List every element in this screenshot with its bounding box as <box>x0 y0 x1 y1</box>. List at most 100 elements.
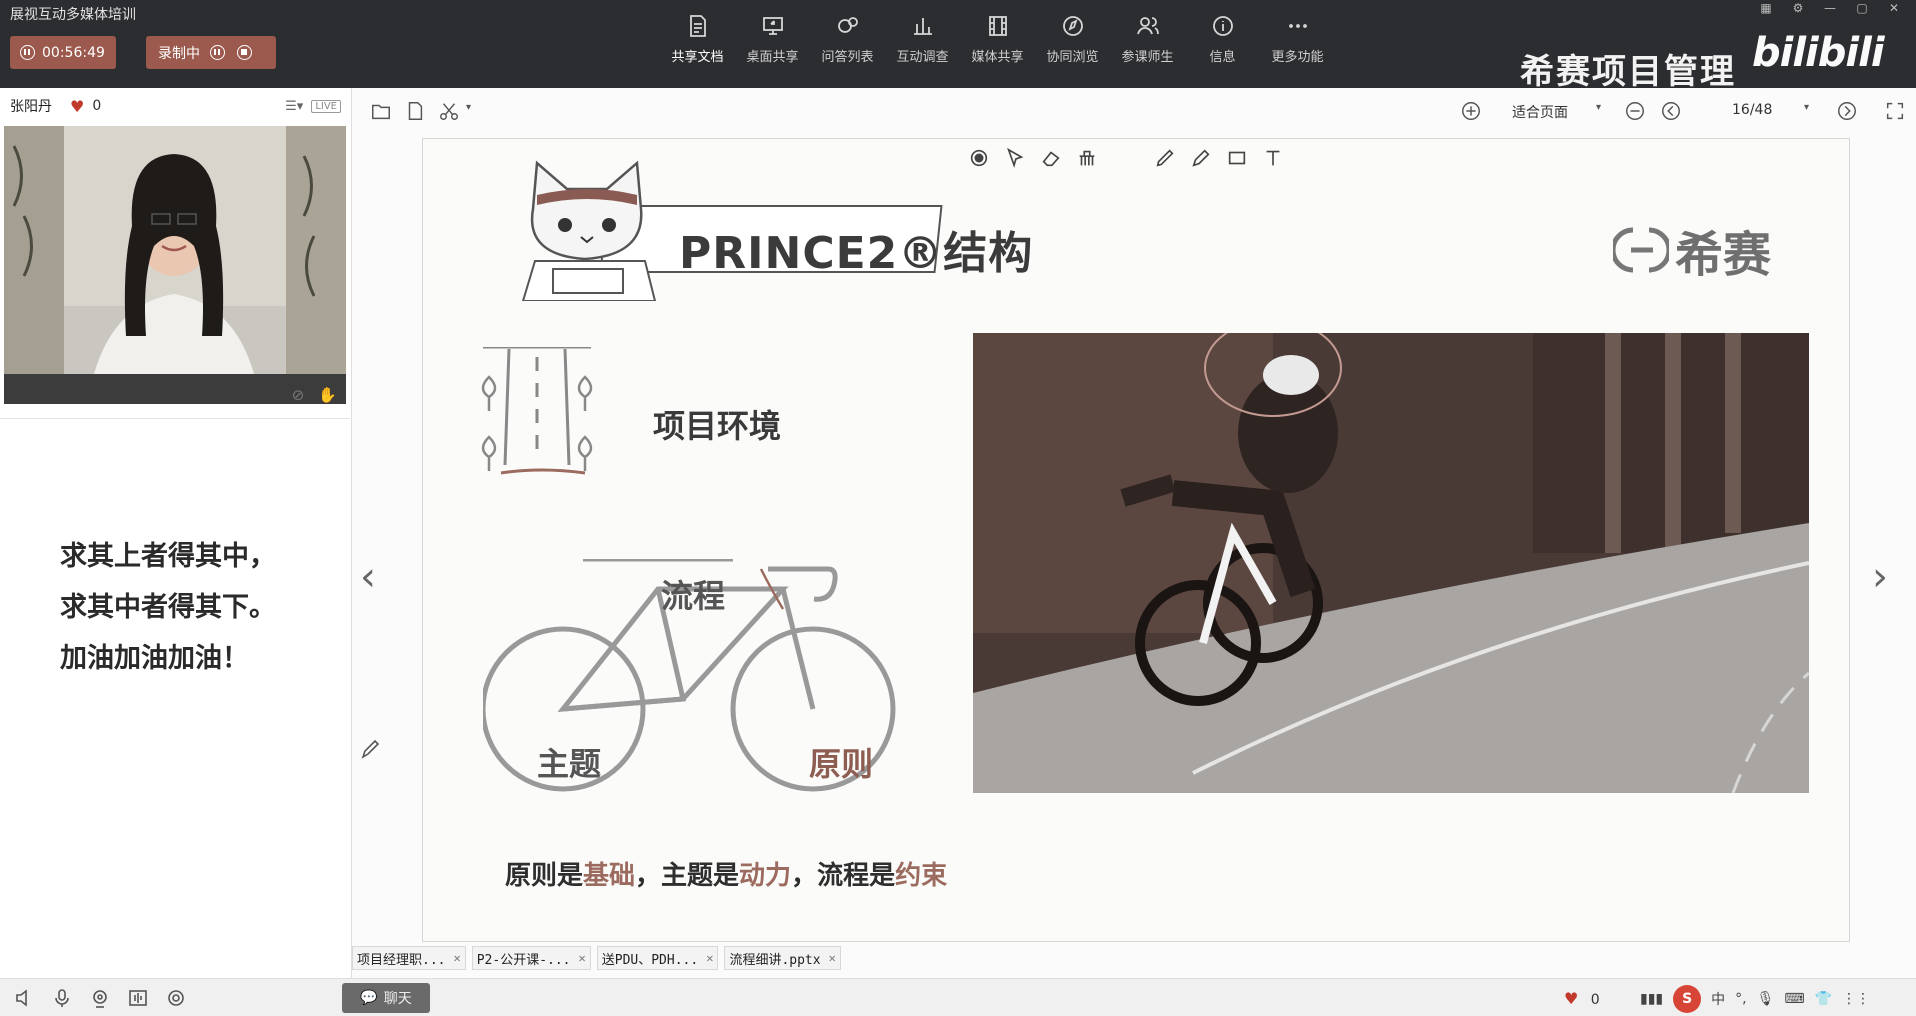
doc-tab[interactable]: 流程细讲.pptx ✕ <box>724 946 841 970</box>
gear-icon[interactable]: ⚙ <box>1782 0 1814 16</box>
prev-page-icon[interactable] <box>1660 100 1682 122</box>
tool-desktop-share[interactable]: 桌面共享 <box>735 14 810 65</box>
chevron-down-icon[interactable]: ▾ <box>466 102 471 113</box>
close-tab-icon[interactable]: ✕ <box>706 951 713 965</box>
timer-value: 00:56:49 <box>42 44 105 61</box>
pen-tool-icon[interactable] <box>360 738 380 760</box>
tool-media-share[interactable]: 媒体共享 <box>960 14 1035 65</box>
tool-more[interactable]: 更多功能 <box>1260 14 1335 65</box>
restore-icon[interactable]: ▢ <box>1846 0 1878 16</box>
heart-icon[interactable]: ♥ <box>1564 989 1578 1008</box>
fullscreen-icon[interactable] <box>1884 100 1906 122</box>
mic-tray-icon[interactable]: 🎙 <box>1757 991 1775 1007</box>
heart-icon[interactable]: ♥ <box>70 97 84 116</box>
bilibili-watermark: bilibili <box>1752 30 1885 76</box>
hand-raise-icon[interactable]: ✋ <box>318 386 337 404</box>
recording-button[interactable]: 录制中 <box>146 36 276 69</box>
eraser-icon[interactable] <box>1040 147 1062 169</box>
topic-label: 主题 <box>537 745 602 783</box>
file-icon[interactable] <box>404 100 426 122</box>
pause-icon[interactable] <box>210 45 225 60</box>
zoom-in-icon[interactable] <box>1460 100 1482 122</box>
keyboard-icon[interactable]: ⌨ <box>1784 991 1804 1007</box>
co-browse-icon <box>1062 16 1083 36</box>
note-tools: ⊘ ✋ <box>292 386 337 404</box>
tool-label: 媒体共享 <box>971 50 1024 65</box>
scissors-icon[interactable] <box>438 100 460 122</box>
hide-icon[interactable]: ⊘ <box>292 386 305 404</box>
close-tab-icon[interactable]: ✕ <box>829 951 836 965</box>
signal-icon: ▮▮▮ <box>1640 991 1664 1007</box>
tool-share-document[interactable]: 共享文档 <box>660 14 735 65</box>
close-tab-icon[interactable]: ✕ <box>579 951 586 965</box>
qa-list-icon <box>837 17 858 33</box>
brand-watermark: 希赛项目管理 <box>1520 52 1736 92</box>
desktop-share-icon <box>762 17 783 35</box>
camera-icon[interactable] <box>90 988 110 1008</box>
app-title: 展视互动多媒体培训 <box>10 7 136 23</box>
clear-icon[interactable] <box>1076 147 1098 169</box>
text-icon[interactable] <box>1262 147 1284 169</box>
chevron-down-icon[interactable]: ▾ <box>1804 102 1809 113</box>
close-icon[interactable]: ✕ <box>1878 0 1910 16</box>
chat-button[interactable]: 💬 聊天 <box>342 983 430 1013</box>
info-icon <box>1212 16 1233 36</box>
settings-icon[interactable] <box>166 988 186 1008</box>
fit-page-select[interactable]: 适合页面 <box>1512 102 1568 122</box>
note-line: 求其中者得其下。 <box>60 592 276 623</box>
shirt-icon[interactable]: 👕 <box>1815 991 1832 1007</box>
pointer-icon[interactable] <box>1004 147 1026 169</box>
grid-menu-icon[interactable]: ⋮⋮ <box>1842 991 1870 1007</box>
minimize-icon[interactable]: — <box>1814 0 1846 16</box>
doc-tab[interactable]: 送PDU、PDH... ✕ <box>596 946 719 970</box>
doc-tab[interactable]: 项目经理职... ✕ <box>352 946 466 970</box>
xisai-logo: 希赛 <box>1613 215 1771 285</box>
tool-survey[interactable]: 互动调查 <box>885 14 960 65</box>
tool-label: 参课师生 <box>1121 50 1174 65</box>
document-tabs: 项目经理职... ✕ P2-公开课-... ✕ 送PDU、PDH... ✕ 流程细讲.… <box>352 946 847 970</box>
stop-icon[interactable] <box>237 45 252 60</box>
tab-label: 流程细讲.pptx <box>729 952 821 968</box>
document-icon <box>689 15 706 37</box>
grid-icon[interactable]: ▦ <box>1750 0 1782 16</box>
rectangle-icon[interactable] <box>1226 147 1248 169</box>
speaker-icon[interactable] <box>14 988 34 1008</box>
doc-tab[interactable]: P2-公开课-... ✕ <box>471 946 591 970</box>
note-line: 加油加油加油！ <box>60 643 249 674</box>
caption-text: 原则是 <box>505 861 584 891</box>
slide-title: PRINCE2®结构 <box>679 228 1034 279</box>
next-page-icon[interactable] <box>1836 100 1858 122</box>
next-slide-arrow[interactable]: › <box>1872 554 1888 600</box>
page-indicator[interactable]: 16/48 <box>1732 102 1772 118</box>
equalizer-icon[interactable] <box>128 988 148 1008</box>
flow-label: 流程 <box>661 577 726 615</box>
tool-info[interactable]: 信息 <box>1185 14 1260 65</box>
record-dot-icon[interactable] <box>968 147 990 169</box>
punctuation-icon[interactable]: °, <box>1735 991 1746 1007</box>
zoom-out-icon[interactable] <box>1624 100 1646 122</box>
close-tab-icon[interactable]: ✕ <box>453 951 460 965</box>
tool-co-browse[interactable]: 协同浏览 <box>1035 14 1110 65</box>
microphone-icon[interactable] <box>52 988 72 1008</box>
highlighter-icon[interactable] <box>1154 147 1176 169</box>
ime-logo-icon[interactable]: S <box>1673 985 1702 1013</box>
caption-text: ，主题是 <box>635 861 740 891</box>
presenter-video <box>4 126 346 374</box>
presenter-name: 张阳丹 <box>10 99 52 115</box>
road-icon <box>481 347 593 475</box>
chevron-down-icon[interactable]: ▾ <box>1596 102 1601 113</box>
tool-participants[interactable]: 参课师生 <box>1110 14 1185 65</box>
like-count: 0 <box>92 98 102 114</box>
top-bar: 展视互动多媒体培训 00:56:49 录制中 共享文档 桌面共享 问答列表 互动… <box>0 0 1916 92</box>
tool-qa-list[interactable]: 问答列表 <box>810 14 885 65</box>
timer-button[interactable]: 00:56:49 <box>10 36 116 69</box>
document-toolbar: ▾ 适合页面 ▾ 16/48 ▾ <box>352 88 1916 134</box>
folder-icon[interactable] <box>370 100 392 122</box>
bottom-likes: ♥ 0 <box>1564 989 1600 1008</box>
prev-slide-arrow[interactable]: ‹ <box>360 554 376 600</box>
list-menu-icon[interactable]: ☰▾ <box>285 99 303 114</box>
pen-icon[interactable] <box>1190 147 1212 169</box>
tool-label: 互动调查 <box>896 50 949 65</box>
notes-area[interactable]: 求其上者得其中， 求其中者得其下。 加油加油加油！ <box>0 418 350 978</box>
ime-mode[interactable]: 中 <box>1711 989 1725 1009</box>
